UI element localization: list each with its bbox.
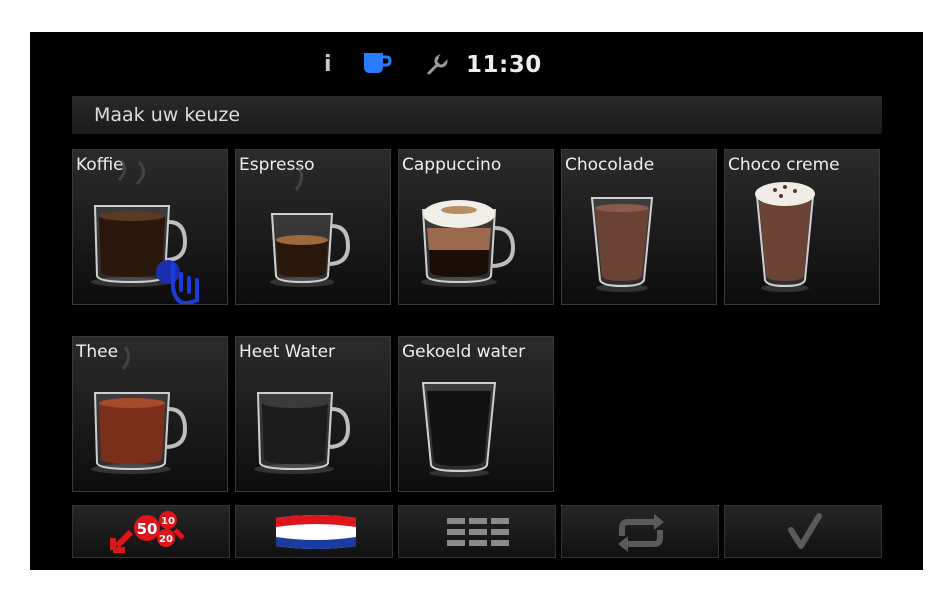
checkmark-icon [788, 513, 822, 549]
price-discount-button[interactable]: 50 10 20 [72, 505, 230, 558]
grid-menu-icon [447, 518, 509, 546]
machine-screen: i 11:30 Maak uw keuze Koffie Espresso Ca… [30, 32, 923, 570]
menu-button[interactable] [398, 505, 556, 558]
repeat-icon [618, 514, 664, 552]
coffee-cup-image [91, 159, 199, 304]
prompt-text: Maak uw keuze [94, 104, 241, 126]
prompt-bar: Maak uw keuze [72, 96, 882, 134]
choco-creme-glass-image [755, 182, 815, 292]
clock-time: 11:30 [466, 52, 542, 78]
price-badge-20: 20 [159, 534, 173, 545]
cold-water-glass-image [421, 382, 497, 477]
repeat-button[interactable] [561, 505, 719, 558]
confirm-button[interactable] [724, 505, 882, 558]
hot-water-cup-image [254, 392, 351, 474]
drink-tile-thee[interactable]: Thee [72, 336, 228, 492]
cappuccino-cup-image [421, 200, 516, 287]
flag-netherlands-icon [276, 515, 356, 549]
drink-tile-espresso[interactable]: Espresso [235, 149, 391, 305]
price-badge-50: 50 [137, 520, 158, 538]
language-button[interactable] [235, 505, 393, 558]
status-bar: i 11:30 [30, 32, 923, 90]
hand-pointer-icon [156, 260, 199, 304]
tea-cup-image [91, 346, 188, 474]
coffee-cup-icon[interactable] [362, 51, 392, 81]
price-badge-icon: 50 10 20 [110, 511, 185, 553]
drink-tile-koffie[interactable]: Koffie [72, 149, 228, 305]
espresso-cup-image [270, 165, 351, 287]
price-badge-10: 10 [161, 516, 175, 527]
drink-tile-choco-creme[interactable]: Choco creme [724, 149, 880, 305]
drink-tile-heet-water[interactable]: Heet Water [235, 336, 391, 492]
chocolate-glass-image [590, 197, 654, 292]
wrench-icon[interactable] [426, 52, 449, 80]
drink-tile-gekoeld-water[interactable]: Gekoeld water [398, 336, 554, 492]
drink-tile-cappuccino[interactable]: Cappuccino [398, 149, 554, 305]
drink-tile-chocolade[interactable]: Chocolade [561, 149, 717, 305]
info-icon[interactable]: i [324, 52, 332, 77]
